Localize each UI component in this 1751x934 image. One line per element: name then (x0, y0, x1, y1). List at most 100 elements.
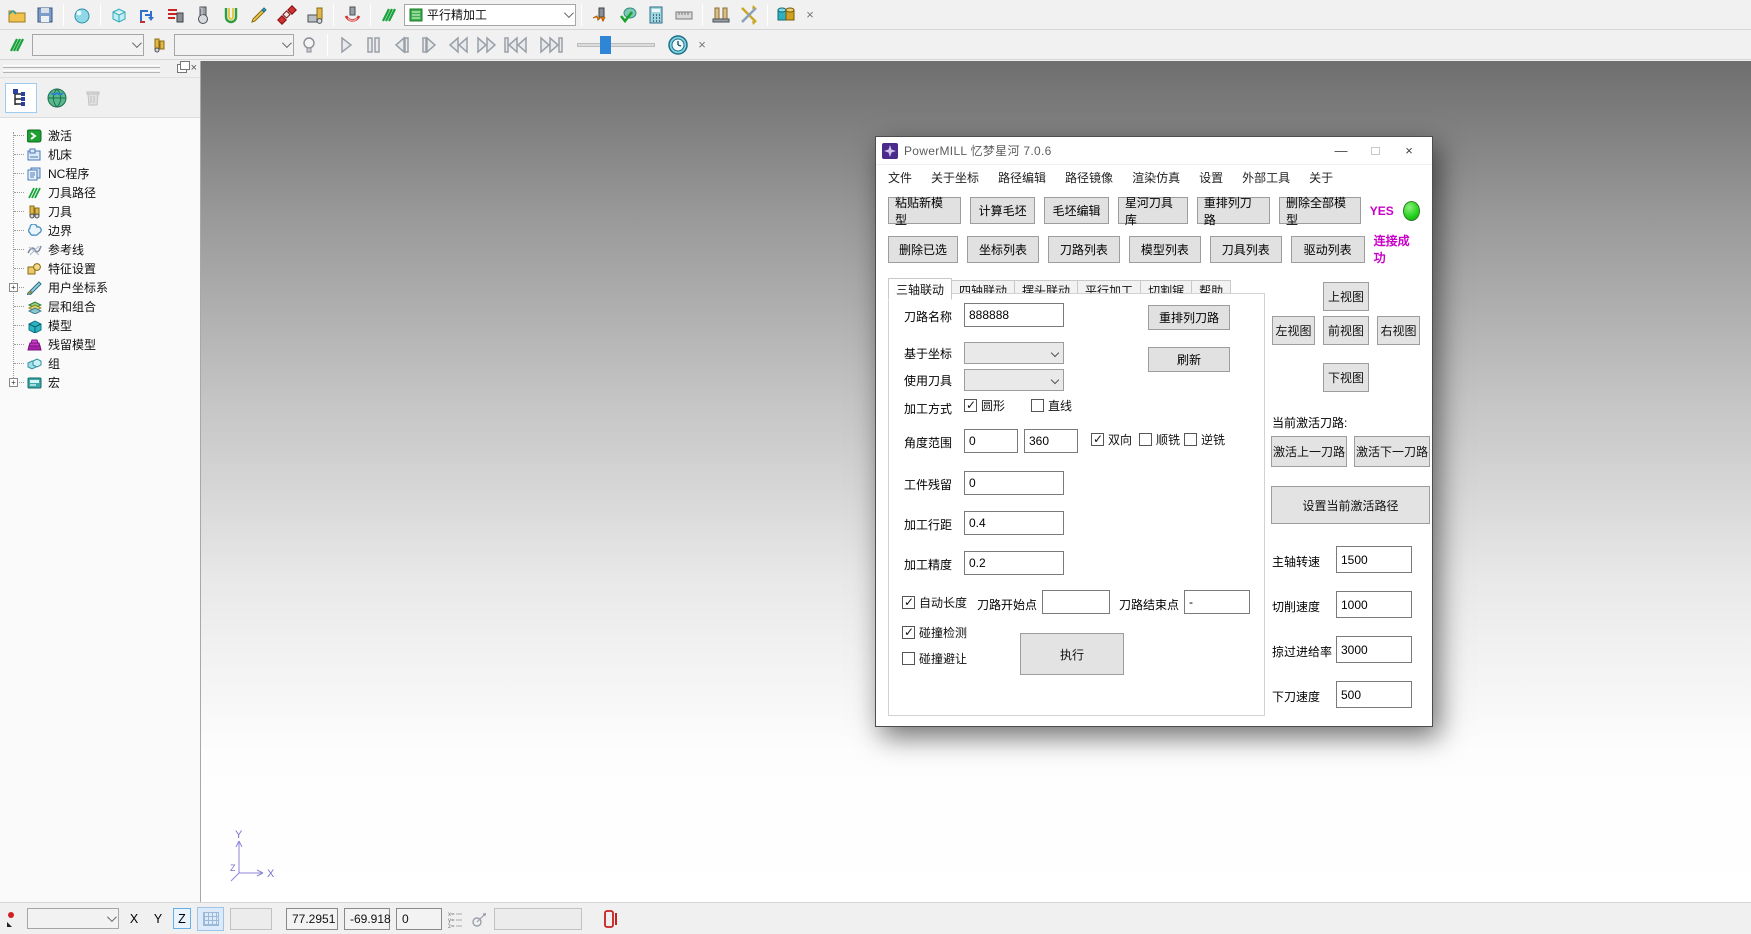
circle-checkbox[interactable]: 圆形 (964, 397, 1005, 414)
tree-item-boundary[interactable]: 边界 (0, 221, 200, 240)
auto-length-checkbox[interactable]: 自动长度 (902, 594, 967, 611)
axis-x-button[interactable]: X (125, 908, 143, 929)
activate-prev-button[interactable]: 激活上一刀路 (1271, 436, 1347, 467)
sim-step-forward-icon[interactable] (417, 32, 443, 58)
minimize-icon[interactable]: — (1324, 139, 1358, 163)
snap-value-field[interactable] (230, 908, 272, 930)
toolbar-close-icon[interactable]: × (693, 37, 711, 52)
block-box-icon[interactable] (106, 2, 132, 28)
slider-thumb[interactable] (600, 36, 611, 54)
sim-clock-icon[interactable] (665, 32, 691, 58)
device-connection-icon[interactable] (602, 909, 620, 929)
tolerance-input[interactable] (964, 551, 1064, 575)
block-sphere-icon[interactable] (69, 2, 95, 28)
drive-list-button[interactable]: 驱动列表 (1291, 236, 1365, 263)
save-project-icon[interactable] (32, 2, 58, 28)
calculator-icon[interactable] (643, 2, 669, 28)
explorer-tree-tab[interactable] (5, 83, 37, 113)
activate-next-button[interactable]: 激活下一刀路 (1354, 436, 1430, 467)
tree-item-tool[interactable]: 刀具 (0, 202, 200, 221)
nc-program-icon[interactable] (162, 2, 188, 28)
axis-y-button[interactable]: Y (149, 908, 167, 929)
stock-edit-button[interactable]: 毛坯编辑 (1044, 197, 1109, 224)
menu-external-tools[interactable]: 外部工具 (1242, 169, 1290, 186)
toolpath-strategy-icon[interactable] (134, 2, 160, 28)
graphics-viewport[interactable]: Y X Z PowerMILL 忆梦星河 7.0.6 — × 文件 关于坐标 路… (201, 61, 1751, 902)
strategy-dropdown[interactable]: 平行精加工 (404, 4, 576, 26)
bidirectional-checkbox[interactable]: 双向 (1091, 431, 1132, 448)
model-list-button[interactable]: 模型列表 (1129, 236, 1201, 263)
menu-about[interactable]: 关于 (1309, 169, 1333, 186)
panel-float-icon[interactable] (177, 64, 187, 73)
ruler-icon[interactable] (671, 2, 697, 28)
tool-library-button[interactable]: 星河刀具库 (1118, 197, 1188, 224)
tree-item-toolpath[interactable]: 刀具路径 (0, 183, 200, 202)
menu-path-edit[interactable]: 路径编辑 (998, 169, 1046, 186)
collision-detect-checkbox[interactable]: 碰撞检测 (902, 624, 967, 641)
tree-item-macro[interactable]: +宏 (0, 373, 200, 392)
plunge-speed-input[interactable] (1336, 681, 1412, 708)
feature-tool-icon[interactable] (302, 2, 328, 28)
tree-item-stock-model[interactable]: 残留模型 (0, 335, 200, 354)
expand-icon[interactable]: + (9, 378, 18, 387)
tab-3axis[interactable]: 三轴联动 (888, 278, 952, 300)
explorer-globe-tab[interactable] (41, 83, 73, 113)
axis-z-button[interactable]: Z (173, 908, 191, 929)
sim-step-back-icon[interactable] (389, 32, 415, 58)
open-project-icon[interactable] (4, 2, 30, 28)
toolpath-list-button[interactable]: 刀路列表 (1048, 236, 1120, 263)
sim-tool-dropdown[interactable] (174, 34, 294, 56)
boundary-icon[interactable] (218, 2, 244, 28)
toolpath-spring-icon[interactable] (376, 2, 402, 28)
tool-alert-icon[interactable] (587, 2, 613, 28)
lightbulb-icon[interactable] (296, 32, 322, 58)
base-coord-dropdown[interactable] (964, 342, 1064, 364)
panel-close-icon[interactable]: × (191, 62, 197, 74)
angle-to-input[interactable] (1024, 429, 1078, 453)
path-start-input[interactable] (1042, 590, 1110, 614)
sim-fast-forward-icon[interactable] (473, 32, 499, 58)
maximize-icon[interactable] (1358, 139, 1392, 163)
tree-item-activate[interactable]: 激活 (0, 126, 200, 145)
verify-check-icon[interactable] (615, 2, 641, 28)
cutting-speed-input[interactable] (1336, 591, 1412, 618)
delete-selected-button[interactable]: 删除已选 (888, 236, 958, 263)
view-left-button[interactable]: 左视图 (1272, 316, 1315, 345)
tree-item-feature-set[interactable]: 特征设置 (0, 259, 200, 278)
tool-arc-icon[interactable] (339, 2, 365, 28)
explorer-panel-header[interactable]: × (0, 61, 200, 78)
menu-path-mirror[interactable]: 路径镜像 (1065, 169, 1113, 186)
delete-all-models-button[interactable]: 删除全部模型 (1279, 197, 1361, 224)
axis-scissors-icon[interactable] (736, 2, 762, 28)
tool-ball-icon[interactable] (190, 2, 216, 28)
pattern-pencil-icon[interactable] (246, 2, 272, 28)
paste-model-button[interactable]: 粘贴新模型 (888, 197, 961, 224)
menu-settings[interactable]: 设置 (1199, 169, 1223, 186)
toolbar-close-icon[interactable]: × (801, 7, 819, 22)
line-checkbox[interactable]: 直线 (1031, 397, 1072, 414)
climb-checkbox[interactable]: 顺铣 (1139, 431, 1180, 448)
menu-coords[interactable]: 关于坐标 (931, 169, 979, 186)
spindle-speed-input[interactable] (1336, 546, 1412, 573)
coord-list-button[interactable]: 坐标列表 (967, 236, 1039, 263)
explorer-trash-tab[interactable] (77, 83, 109, 113)
clamp-icon[interactable] (708, 2, 734, 28)
tree-item-group[interactable]: 组 (0, 354, 200, 373)
dialog-titlebar[interactable]: PowerMILL 忆梦星河 7.0.6 — × (876, 137, 1432, 165)
collision-avoid-checkbox[interactable]: 碰撞避让 (902, 650, 967, 667)
reorder-button[interactable]: 重排列刀路 (1148, 305, 1230, 330)
pick-filter-dropdown[interactable] (27, 908, 119, 929)
expand-icon[interactable]: + (9, 283, 18, 292)
tree-item-workplane[interactable]: +用户坐标系 (0, 278, 200, 297)
grid-toggle-button[interactable] (197, 907, 224, 931)
close-icon[interactable]: × (1392, 139, 1426, 163)
cylinders-icon[interactable] (773, 2, 799, 28)
sim-go-start-icon[interactable] (501, 32, 533, 58)
view-bottom-button[interactable]: 下视图 (1323, 363, 1369, 392)
tree-item-model[interactable]: 模型 (0, 316, 200, 335)
sim-go-end-icon[interactable] (535, 32, 567, 58)
sim-toolpath-dropdown[interactable] (32, 34, 144, 56)
use-tool-dropdown[interactable] (964, 369, 1064, 391)
xyz-readout-icon[interactable]: x=y=z= (448, 910, 464, 928)
skim-feed-input[interactable] (1336, 636, 1412, 663)
